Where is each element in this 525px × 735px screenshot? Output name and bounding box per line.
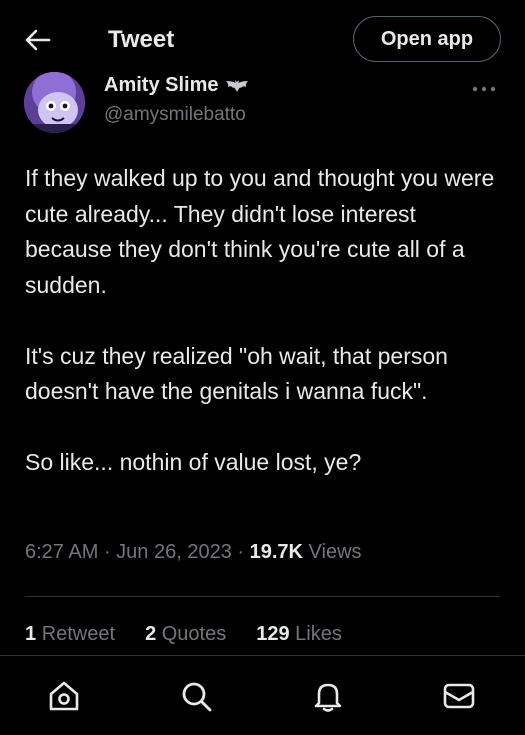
likes-label: Likes	[295, 623, 342, 645]
more-options-button[interactable]	[472, 76, 496, 99]
author-handle[interactable]: @amysmilebatto	[104, 104, 246, 126]
likes-count: 129	[256, 623, 290, 645]
bat-emoji-icon	[226, 79, 249, 92]
arrow-left-icon	[25, 29, 51, 51]
mail-icon	[443, 683, 475, 709]
tweet-paragraph: So like... nothin of value lost, ye?	[25, 449, 362, 475]
avatar-image	[24, 72, 85, 133]
author-name-row[interactable]: Amity Slime	[104, 74, 250, 97]
tweet-paragraph: It's cuz they realized "oh wait, that pe…	[25, 342, 448, 405]
tweet-meta: 6:27 AM · Jun 26, 2023 · 19.7K Views	[25, 541, 362, 564]
open-app-button[interactable]: Open app	[353, 16, 501, 62]
tweet-stats: 1 Retweet 2 Quotes 129 Likes	[25, 623, 342, 646]
divider	[25, 596, 500, 597]
retweets-count: 1	[25, 623, 37, 645]
nav-notifications[interactable]	[310, 678, 346, 714]
quotes-count: 2	[145, 623, 157, 645]
nav-search[interactable]	[178, 678, 214, 714]
page-title: Tweet	[108, 26, 175, 53]
author-name: Amity Slime	[104, 74, 219, 96]
back-button[interactable]	[24, 26, 52, 54]
tweet-text: If they walked up to you and thought you…	[25, 161, 505, 516]
avatar[interactable]	[24, 72, 85, 133]
tweet-time[interactable]: 6:27 AM	[25, 541, 98, 563]
views-count: 19.7K	[249, 541, 303, 563]
search-icon	[182, 682, 212, 712]
home-icon	[49, 681, 79, 711]
nav-home[interactable]	[46, 678, 82, 714]
views-label: Views	[308, 541, 362, 563]
nav-messages[interactable]	[441, 678, 477, 714]
quotes-label: Quotes	[161, 623, 227, 645]
tweet-page: Tweet Open app Amity Slime @amysmilebatt…	[0, 0, 525, 735]
bottom-navigation	[0, 655, 525, 735]
retweets-stat[interactable]: 1 Retweet	[25, 623, 115, 646]
more-horizontal-icon	[472, 86, 496, 92]
quotes-stat[interactable]: 2 Quotes	[145, 623, 226, 646]
meta-separator: ·	[237, 541, 250, 563]
tweet-date[interactable]: Jun 26, 2023	[116, 541, 232, 563]
meta-separator: ·	[103, 541, 117, 563]
bell-icon	[314, 683, 342, 712]
likes-stat[interactable]: 129 Likes	[256, 623, 342, 646]
tweet-paragraph: If they walked up to you and thought you…	[25, 165, 495, 298]
retweets-label: Retweet	[41, 623, 116, 645]
top-header: Tweet Open app	[0, 0, 525, 78]
